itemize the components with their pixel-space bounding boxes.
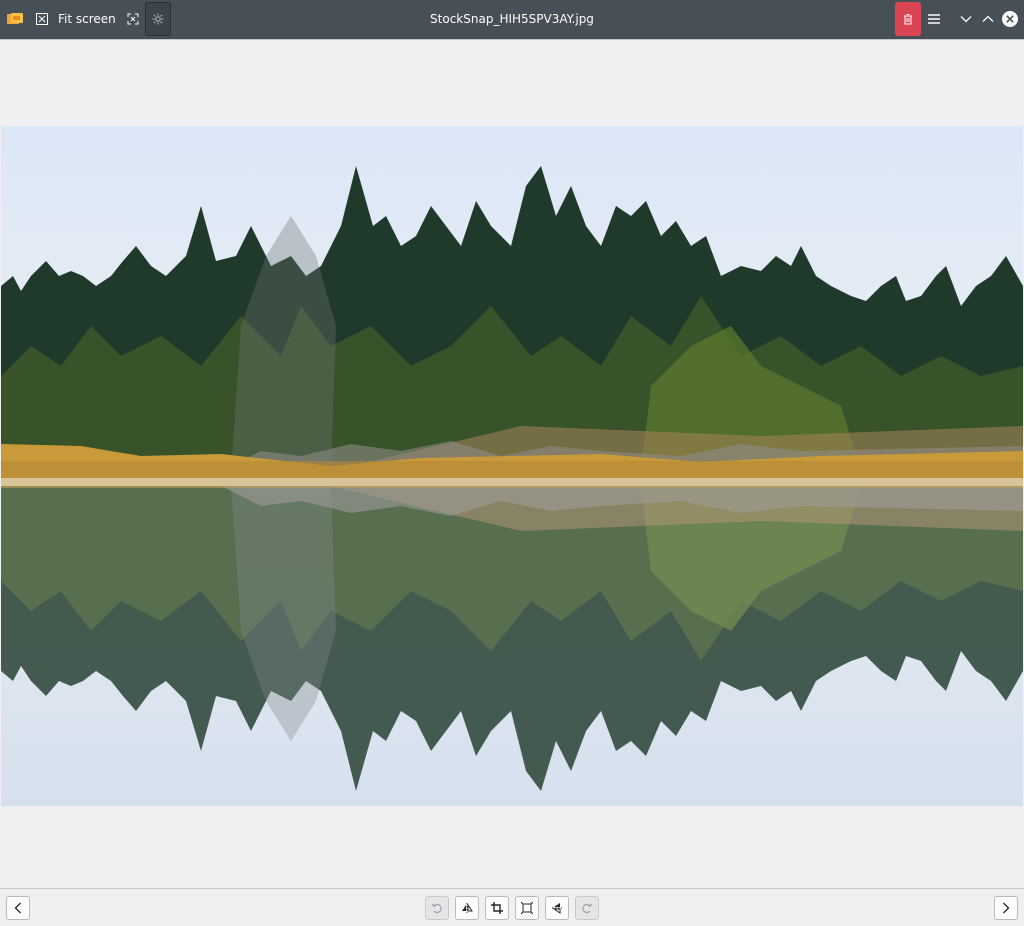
close-button[interactable]	[1000, 2, 1020, 36]
settings-gear-icon	[152, 13, 164, 25]
hamburger-menu-icon	[928, 14, 940, 24]
image-viewport[interactable]	[0, 39, 1024, 889]
fullscreen-icon	[127, 13, 139, 25]
chevron-up-icon	[982, 15, 994, 23]
fit-screen-button[interactable]: Fit screen	[36, 2, 122, 36]
fit-screen-icon	[36, 13, 48, 25]
previous-image-button[interactable]	[6, 896, 30, 920]
delete-button[interactable]	[895, 2, 921, 36]
chevron-right-icon	[1002, 899, 1010, 918]
close-icon	[1001, 10, 1019, 28]
rotate-left-button[interactable]	[425, 896, 449, 920]
rotate-left-icon	[431, 899, 443, 918]
image-viewer-icon	[4, 2, 26, 36]
chevron-left-icon	[14, 899, 22, 918]
rotate-right-button[interactable]	[575, 896, 599, 920]
flip-vertical-button[interactable]	[545, 896, 569, 920]
crop-button[interactable]	[485, 896, 509, 920]
resize-button[interactable]	[515, 896, 539, 920]
menu-button[interactable]	[924, 2, 944, 36]
fullscreen-button[interactable]	[124, 2, 142, 36]
minimize-button[interactable]	[957, 2, 975, 36]
flip-vertical-icon	[551, 899, 563, 918]
chevron-down-icon	[960, 15, 972, 23]
title-bar: Fit screen StockSnap_HIH5SPV3AY.jpg	[0, 0, 1024, 39]
settings-button[interactable]	[145, 2, 171, 36]
displayed-photo	[1, 126, 1023, 806]
trash-icon	[903, 13, 913, 25]
fit-screen-label: Fit screen	[58, 12, 116, 26]
flip-horizontal-icon	[461, 899, 473, 918]
bottom-toolbar	[0, 889, 1024, 926]
flip-horizontal-button[interactable]	[455, 896, 479, 920]
maximize-button[interactable]	[979, 2, 997, 36]
next-image-button[interactable]	[994, 896, 1018, 920]
rotate-right-icon	[581, 899, 593, 918]
crop-icon	[491, 899, 503, 918]
resize-icon	[520, 899, 534, 918]
